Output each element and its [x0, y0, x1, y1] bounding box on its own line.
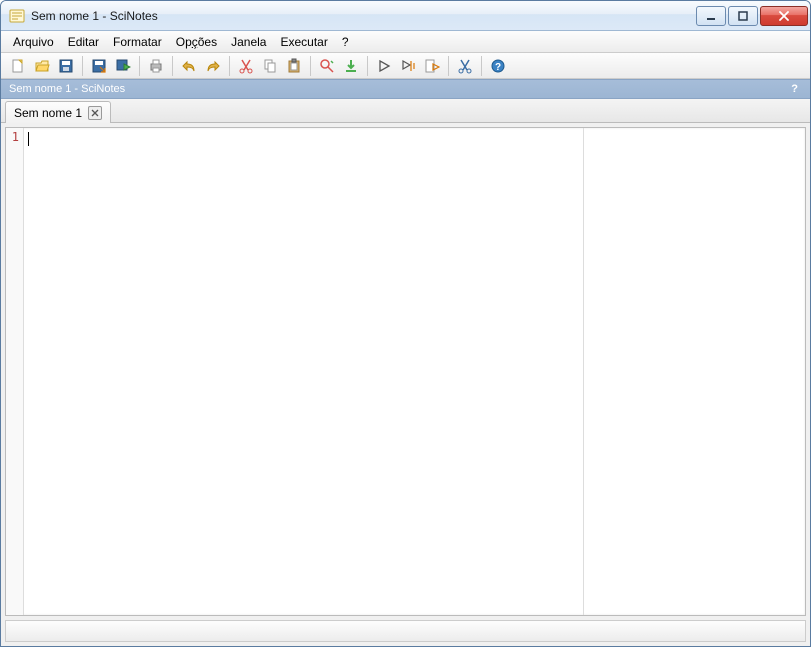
toolbar-separator	[367, 56, 368, 76]
content-area: 1	[1, 123, 810, 646]
maximize-button[interactable]	[728, 6, 758, 26]
code-editor[interactable]	[24, 128, 584, 615]
menu-arquivo[interactable]: Arquivo	[7, 33, 60, 51]
toolbar-separator	[481, 56, 482, 76]
save-button[interactable]	[55, 55, 77, 77]
menu-editar[interactable]: Editar	[62, 33, 105, 51]
execute-button[interactable]	[373, 55, 395, 77]
minimize-button[interactable]	[696, 6, 726, 26]
import-button[interactable]	[340, 55, 362, 77]
help-button[interactable]: ?	[487, 55, 509, 77]
save-run-button[interactable]	[112, 55, 134, 77]
toolbar-separator	[139, 56, 140, 76]
toolbar-separator	[82, 56, 83, 76]
line-number-gutter: 1	[6, 128, 24, 615]
menu-executar[interactable]: Executar	[274, 33, 333, 51]
editor-right-pane	[584, 128, 805, 615]
document-header-bar: Sem nome 1 - SciNotes ?	[1, 79, 810, 99]
preferences-button[interactable]	[454, 55, 476, 77]
menu-opcoes[interactable]: Opções	[170, 33, 223, 51]
toolbar-separator	[448, 56, 449, 76]
toolbar: ?	[1, 53, 810, 79]
paste-button[interactable]	[283, 55, 305, 77]
document-header-title: Sem nome 1 - SciNotes	[9, 83, 125, 95]
text-cursor	[28, 132, 29, 146]
execute-selection-button[interactable]	[397, 55, 419, 77]
svg-text:?: ?	[495, 62, 501, 73]
cut-button[interactable]	[235, 55, 257, 77]
toolbar-separator	[310, 56, 311, 76]
app-icon	[9, 8, 25, 24]
title-bar: Sem nome 1 - SciNotes	[1, 1, 810, 31]
menu-janela[interactable]: Janela	[225, 33, 272, 51]
toolbar-separator	[229, 56, 230, 76]
tab-strip: Sem nome 1	[1, 99, 810, 123]
save-as-button[interactable]	[88, 55, 110, 77]
window-controls	[696, 6, 808, 26]
open-file-button[interactable]	[31, 55, 53, 77]
status-bar	[5, 620, 806, 642]
redo-button[interactable]	[202, 55, 224, 77]
editor-body	[24, 128, 805, 615]
window-title: Sem nome 1 - SciNotes	[31, 9, 696, 23]
menu-bar: Arquivo Editar Formatar Opções Janela Ex…	[1, 31, 810, 53]
line-number: 1	[6, 130, 19, 144]
execute-file-button[interactable]	[421, 55, 443, 77]
menu-help[interactable]: ?	[336, 33, 355, 51]
editor-frame: 1	[5, 127, 806, 616]
copy-button[interactable]	[259, 55, 281, 77]
close-button[interactable]	[760, 6, 808, 26]
document-header-help[interactable]: ?	[787, 83, 802, 95]
document-tab[interactable]: Sem nome 1	[5, 101, 111, 123]
menu-formatar[interactable]: Formatar	[107, 33, 168, 51]
undo-button[interactable]	[178, 55, 200, 77]
toolbar-separator	[172, 56, 173, 76]
application-window: Sem nome 1 - SciNotes Arquivo Editar For…	[0, 0, 811, 647]
tab-close-button[interactable]	[88, 106, 102, 120]
new-file-button[interactable]	[7, 55, 29, 77]
print-button[interactable]	[145, 55, 167, 77]
find-button[interactable]	[316, 55, 338, 77]
tab-label: Sem nome 1	[14, 106, 82, 120]
